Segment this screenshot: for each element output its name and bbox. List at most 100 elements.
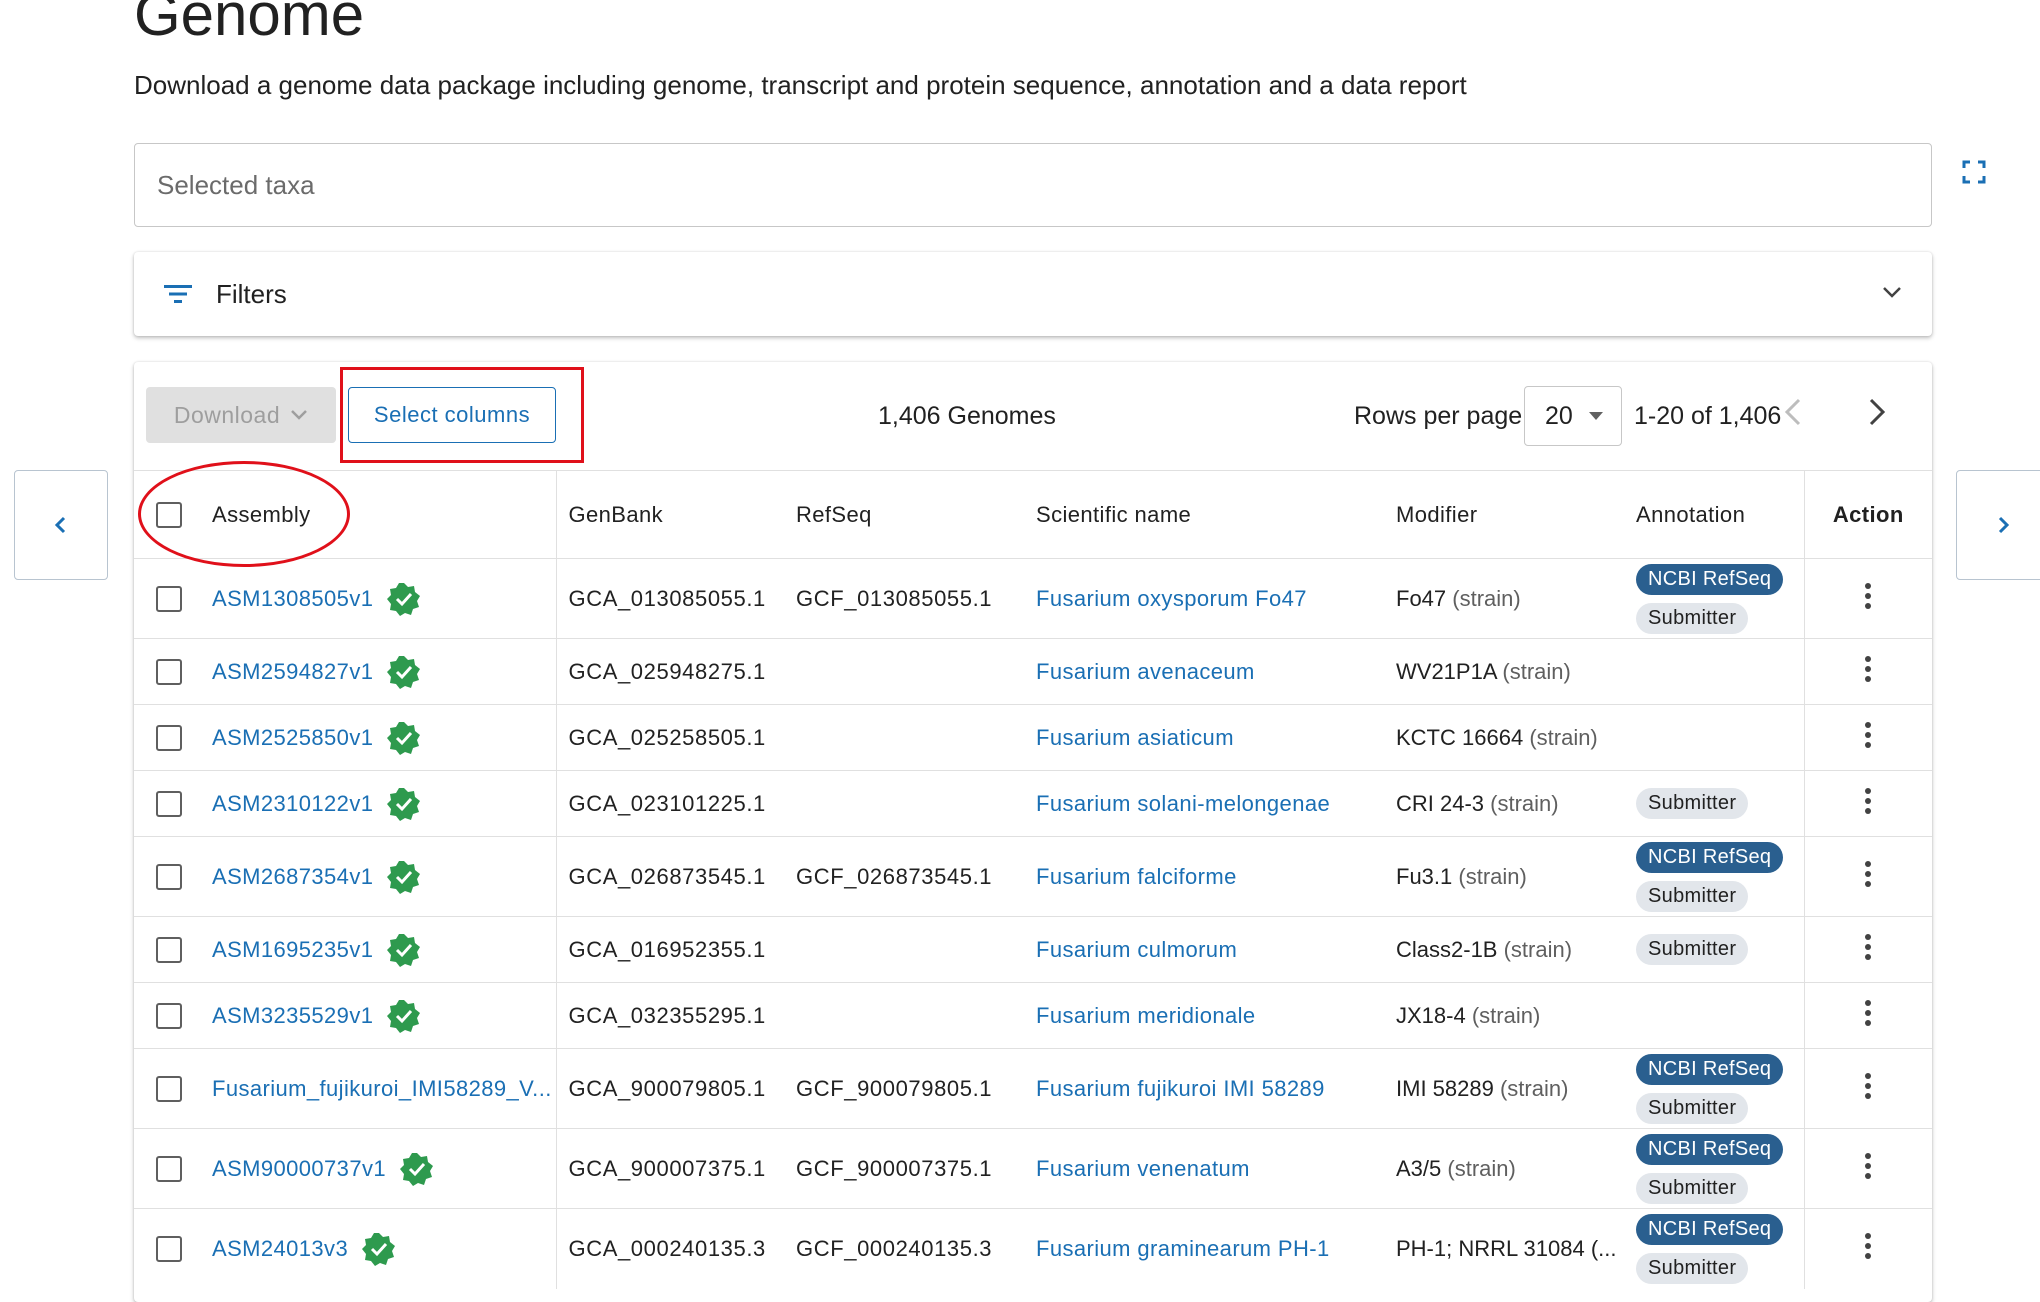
verified-check-icon	[387, 860, 421, 894]
table-header-row: Assembly GenBank RefSeq Scientific name …	[134, 470, 1932, 559]
row-checkbox-cell[interactable]	[134, 770, 206, 837]
assembly-link[interactable]: ASM1308505v1	[212, 586, 373, 612]
scientific-name-link[interactable]: Fusarium oxysporum Fo47	[1036, 586, 1307, 611]
submitter-chip: Submitter	[1636, 1252, 1749, 1284]
modifier-cell: WV21P1A (strain)	[1396, 638, 1636, 705]
more-vert-icon[interactable]	[1864, 1232, 1872, 1260]
modifier-value: A3/5	[1396, 1155, 1442, 1181]
annotation-chips: Submitter	[1636, 786, 1804, 821]
more-vert-icon[interactable]	[1864, 1072, 1872, 1100]
row-checkbox-cell[interactable]	[134, 704, 206, 771]
column-header-refseq[interactable]: RefSeq	[796, 470, 1036, 559]
chevron-left-icon	[54, 516, 66, 534]
refseq-cell: GCF_000240135.3	[796, 1208, 1036, 1289]
scientific-name-link[interactable]: Fusarium culmorum	[1036, 937, 1237, 962]
scientific-name-link[interactable]: Fusarium graminearum PH-1	[1036, 1236, 1330, 1261]
assembly-link[interactable]: ASM2310122v1	[212, 791, 373, 817]
more-vert-icon[interactable]	[1864, 860, 1872, 888]
row-checkbox-cell[interactable]	[134, 916, 206, 983]
column-header-annotation[interactable]: Annotation	[1636, 470, 1804, 559]
row-checkbox[interactable]	[156, 585, 182, 612]
fullscreen-icon[interactable]	[1962, 160, 1986, 184]
row-checkbox-cell[interactable]	[134, 836, 206, 917]
row-checkbox[interactable]	[156, 1002, 182, 1029]
row-checkbox[interactable]	[156, 936, 182, 963]
action-cell	[1803, 704, 1932, 771]
more-vert-icon[interactable]	[1864, 1152, 1872, 1180]
assembly-cell: ASM24013v3	[206, 1208, 556, 1289]
scientific-name-link[interactable]: Fusarium venenatum	[1036, 1156, 1250, 1181]
row-checkbox[interactable]	[156, 724, 182, 751]
column-header-modifier[interactable]: Modifier	[1396, 470, 1636, 559]
refseq-cell	[796, 982, 1036, 1049]
row-checkbox-cell[interactable]	[134, 1208, 206, 1289]
row-checkbox[interactable]	[156, 1075, 182, 1102]
modifier-cell: IMI 58289 (strain)	[1396, 1048, 1636, 1129]
modifier-cell: CRI 24-3 (strain)	[1396, 770, 1636, 837]
scientific-name-cell: Fusarium culmorum	[1036, 916, 1396, 983]
action-cell	[1803, 1208, 1932, 1289]
assembly-link[interactable]: ASM2687354v1	[212, 864, 373, 890]
column-header-genbank[interactable]: GenBank	[555, 470, 796, 559]
genbank-accession: GCA_013085055.1	[568, 585, 766, 611]
chevron-left-icon[interactable]	[1778, 392, 1808, 432]
refseq-cell	[796, 916, 1036, 983]
modifier-cell: JX18-4 (strain)	[1396, 982, 1636, 1049]
row-checkbox[interactable]	[156, 790, 182, 817]
table-row: ASM2687354v1 GCA_026873545.1 GCF_026873545…	[134, 836, 1932, 917]
row-checkbox-cell[interactable]	[134, 558, 206, 639]
scientific-name-link[interactable]: Fusarium solani-melongenae	[1036, 791, 1330, 816]
more-vert-icon[interactable]	[1864, 933, 1872, 961]
scientific-name-link[interactable]: Fusarium avenaceum	[1036, 659, 1255, 684]
row-checkbox[interactable]	[156, 1235, 182, 1262]
annotation-cell: NCBI RefSeq Submitter	[1636, 1048, 1804, 1129]
assembly-link[interactable]: ASM2525850v1	[212, 725, 373, 751]
submitter-chip: Submitter	[1636, 880, 1749, 912]
more-vert-icon[interactable]	[1864, 999, 1872, 1027]
assembly-link[interactable]: ASM90000737v1	[212, 1156, 386, 1182]
annotation-cell: NCBI RefSeq Submitter	[1636, 1208, 1804, 1289]
row-checkbox[interactable]	[156, 863, 182, 890]
scientific-name-link[interactable]: Fusarium falciforme	[1036, 864, 1237, 889]
row-checkbox-cell[interactable]	[134, 1048, 206, 1129]
modifier-type: (strain)	[1458, 863, 1527, 889]
scientific-name-cell: Fusarium solani-melongenae	[1036, 770, 1396, 837]
assembly-link[interactable]: ASM3235529v1	[212, 1003, 373, 1029]
row-checkbox-cell[interactable]	[134, 982, 206, 1049]
selected-taxa-input[interactable]	[155, 168, 1931, 202]
row-checkbox-cell[interactable]	[134, 638, 206, 705]
annotation-chips: NCBI RefSeq Submitter	[1636, 1212, 1804, 1286]
filters-panel[interactable]: Filters	[134, 252, 1932, 336]
rows-per-page-value: 20	[1545, 401, 1573, 430]
assembly-link[interactable]: ASM24013v3	[212, 1236, 348, 1262]
refseq-cell: GCF_900079805.1	[796, 1048, 1036, 1129]
carousel-prev-button[interactable]	[14, 470, 108, 580]
more-vert-icon[interactable]	[1864, 582, 1872, 610]
row-checkbox-cell[interactable]	[134, 1128, 206, 1209]
carousel-next-button[interactable]	[1956, 470, 2040, 580]
modifier-type: (strain)	[1499, 1075, 1569, 1101]
chevron-right-icon[interactable]	[1862, 392, 1892, 432]
assembly-cell: ASM2310122v1	[206, 770, 556, 837]
row-checkbox[interactable]	[156, 1155, 182, 1182]
table-row: ASM2525850v1 GCA_025258505.1 Fusarium asia…	[134, 704, 1932, 771]
filter-icon	[164, 285, 192, 303]
scientific-name-link[interactable]: Fusarium asiaticum	[1036, 725, 1234, 750]
more-vert-icon[interactable]	[1864, 787, 1872, 815]
assembly-link[interactable]: ASM2594827v1	[212, 659, 373, 685]
more-vert-icon[interactable]	[1864, 655, 1872, 683]
genbank-cell: GCA_900079805.1	[555, 1048, 796, 1129]
submitter-chip: Submitter	[1636, 1172, 1749, 1204]
scientific-name-link[interactable]: Fusarium meridionale	[1036, 1003, 1256, 1028]
column-header-scientific-name[interactable]: Scientific name	[1036, 470, 1396, 559]
scientific-name-link[interactable]: Fusarium fujikuroi IMI 58289	[1036, 1076, 1325, 1101]
selected-taxa-field[interactable]	[134, 143, 1932, 227]
row-checkbox[interactable]	[156, 658, 182, 685]
more-vert-icon[interactable]	[1864, 721, 1872, 749]
assembly-link[interactable]: ASM1695235v1	[212, 937, 373, 963]
download-button[interactable]: Download	[146, 387, 336, 443]
annotation-chips	[1636, 736, 1804, 740]
rows-per-page-select[interactable]: 20	[1524, 386, 1622, 446]
assembly-link[interactable]: Fusarium_fujikuroi_IMI58289_V...	[212, 1076, 552, 1102]
chevron-down-icon[interactable]	[1880, 280, 1904, 304]
